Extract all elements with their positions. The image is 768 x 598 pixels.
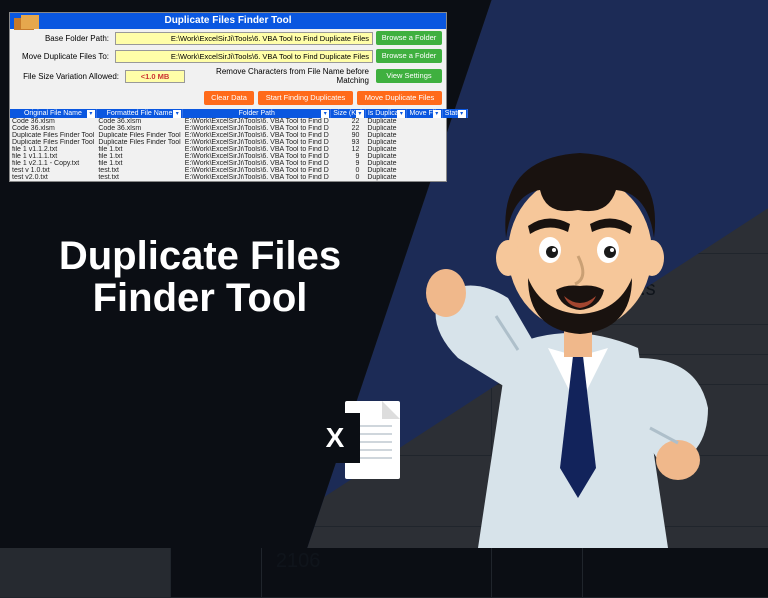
filter-dropdown-icon[interactable]: ▾ (321, 110, 329, 118)
column-header[interactable]: Original File Name▾ (10, 109, 96, 118)
base-folder-input[interactable]: E:\Work\ExcelSirJi\Tools\6. VBA Tool to … (115, 32, 373, 45)
filter-dropdown-icon[interactable]: ▾ (87, 110, 95, 118)
size-variation-label: File Size Variation Allowed: (14, 72, 122, 81)
view-settings-button[interactable]: View Settings (376, 69, 442, 83)
size-variation-input[interactable]: <1.0 MB (125, 70, 185, 83)
base-folder-label: Base Folder Path: (14, 34, 112, 43)
column-header[interactable]: Size (KB)▾ (331, 109, 366, 118)
move-folder-input[interactable]: E:\Work\ExcelSirJi\Tools\6. VBA Tool to … (115, 50, 373, 63)
filter-dropdown-icon[interactable]: ▾ (173, 110, 181, 118)
column-header[interactable]: Folder Path▾ (183, 109, 331, 118)
column-header[interactable]: Formatted File Name▾ (96, 109, 182, 118)
businessman-illustration (378, 98, 758, 548)
start-finding-button[interactable]: Start Finding Duplicates (258, 91, 353, 105)
folder-icon (14, 14, 40, 30)
browse-base-button[interactable]: Browse a Folder (376, 31, 442, 45)
remove-chars-label: Remove Characters from File Name before … (188, 67, 373, 85)
filter-dropdown-icon[interactable]: ▾ (356, 110, 364, 118)
panel-title: Duplicate Files Finder Tool (10, 13, 446, 29)
move-folder-label: Move Duplicate Files To: (14, 52, 112, 61)
browse-move-button[interactable]: Browse a Folder (376, 49, 442, 63)
clear-data-button[interactable]: Clear Data (204, 91, 254, 105)
hero-title: Duplicate Files Finder Tool (40, 235, 360, 319)
